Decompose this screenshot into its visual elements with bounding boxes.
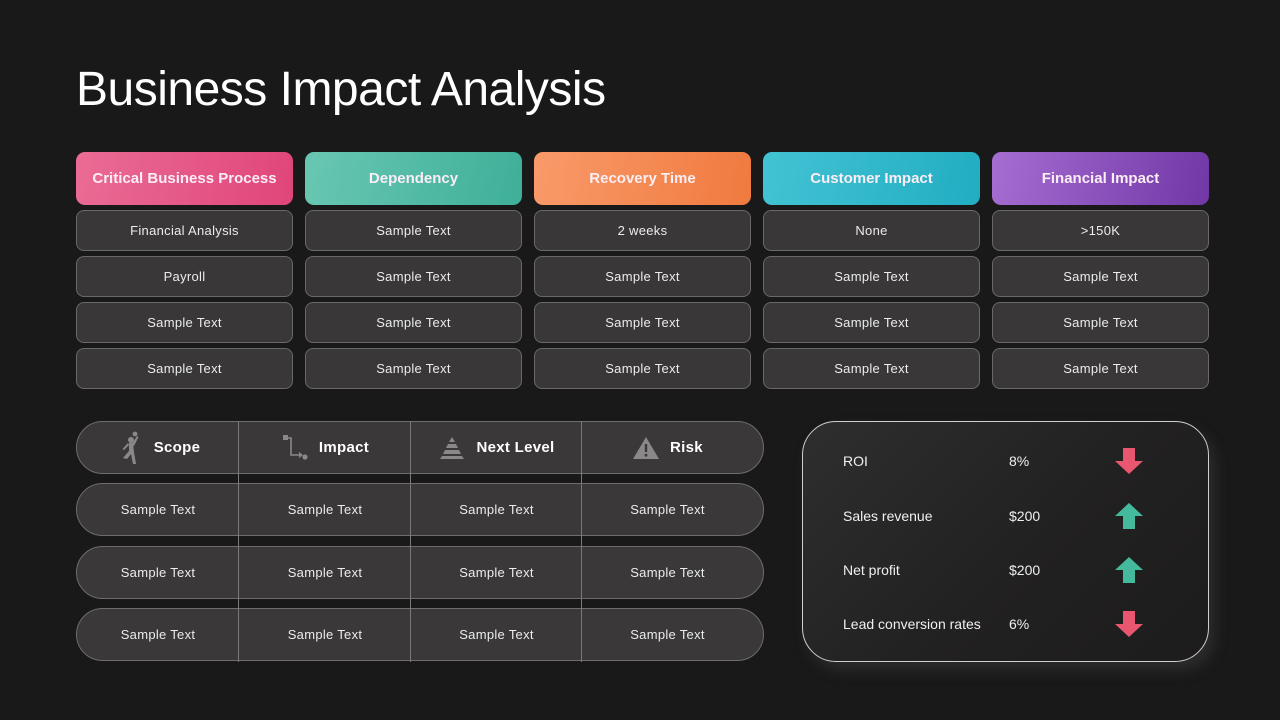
table-cell: Sample Text <box>76 302 293 343</box>
table-cell: Sample Text <box>120 627 196 642</box>
arrow-down-icon <box>1113 609 1145 639</box>
header-label: Impact <box>318 439 370 456</box>
header-impact: Impact <box>239 422 411 473</box>
table-cell: Sample Text <box>763 302 980 343</box>
kpi-panel: ROI 8% Sales revenue $200 Net profit $20… <box>802 421 1209 662</box>
table-cell: Sample Text <box>630 627 705 642</box>
kpi-value: $200 <box>1009 562 1041 578</box>
column-recovery-time: Recovery Time 2 weeks Sample Text Sample… <box>534 152 751 389</box>
table-cell: Sample Text <box>305 348 522 389</box>
column-divider <box>581 421 582 662</box>
table-cell: Sample Text <box>992 256 1209 297</box>
table-cell: Sample Text <box>534 348 751 389</box>
running-person-icon <box>116 431 144 464</box>
flow-path-icon <box>281 434 309 462</box>
kpi-row: Net profit $200 <box>843 555 1188 585</box>
table-cell: Sample Text <box>287 502 363 517</box>
kpi-value: $200 <box>1009 508 1041 524</box>
column-divider <box>238 421 239 662</box>
bottom-table-header: Scope Impact Next Level Risk <box>76 421 764 474</box>
kpi-label: Sales revenue <box>843 508 933 524</box>
kpi-value: 8% <box>1009 453 1030 469</box>
table-cell: >150K <box>992 210 1209 251</box>
table-cell: Sample Text <box>120 502 196 517</box>
header-risk: Risk <box>582 422 763 473</box>
table-cell: Sample Text <box>459 502 534 517</box>
header-label: Scope <box>153 439 201 456</box>
table-cell: Sample Text <box>287 627 363 642</box>
table-cell: Sample Text <box>992 302 1209 343</box>
table-cell: Sample Text <box>287 565 363 580</box>
table-cell: Sample Text <box>305 210 522 251</box>
table-cell: Sample Text <box>459 565 534 580</box>
kpi-label: Lead conversion rates <box>843 616 981 632</box>
table-cell: Sample Text <box>459 627 534 642</box>
table-cell: Sample Text <box>534 256 751 297</box>
column-header: Critical Business Process <box>76 152 293 205</box>
column-customer-impact: Customer Impact None Sample Text Sample … <box>763 152 980 389</box>
header-next-level: Next Level <box>411 422 582 473</box>
table-cell: Sample Text <box>76 348 293 389</box>
column-divider <box>410 421 411 662</box>
table-row: Sample Text Sample Text Sample Text Samp… <box>76 608 764 661</box>
kpi-row: Lead conversion rates 6% <box>843 609 1188 639</box>
page-title: Business Impact Analysis <box>76 63 606 116</box>
arrow-up-icon <box>1113 501 1145 531</box>
table-row: Sample Text Sample Text Sample Text Samp… <box>76 546 764 599</box>
table-cell: Sample Text <box>763 256 980 297</box>
table-cell: Sample Text <box>305 302 522 343</box>
table-cell: Sample Text <box>630 565 705 580</box>
kpi-label: ROI <box>843 453 868 469</box>
table-row: Sample Text Sample Text Sample Text Samp… <box>76 483 764 536</box>
column-header: Financial Impact <box>992 152 1209 205</box>
arrow-up-icon <box>1113 555 1145 585</box>
column-header: Customer Impact <box>763 152 980 205</box>
kpi-value: 6% <box>1009 616 1030 632</box>
table-cell: Sample Text <box>305 256 522 297</box>
column-header: Recovery Time <box>534 152 751 205</box>
arrow-down-icon <box>1113 446 1145 476</box>
table-cell: Payroll <box>76 256 293 297</box>
table-cell: Sample Text <box>534 302 751 343</box>
warning-icon <box>632 434 660 462</box>
table-cell: Financial Analysis <box>76 210 293 251</box>
header-label: Next Level <box>476 439 555 456</box>
kpi-row: ROI 8% <box>843 446 1188 476</box>
column-financial-impact: Financial Impact >150K Sample Text Sampl… <box>992 152 1209 389</box>
pyramid-icon <box>438 434 466 462</box>
table-cell: Sample Text <box>992 348 1209 389</box>
table-cell: Sample Text <box>120 565 196 580</box>
table-cell: 2 weeks <box>534 210 751 251</box>
column-critical-business-process: Critical Business Process Financial Anal… <box>76 152 293 389</box>
kpi-row: Sales revenue $200 <box>843 501 1188 531</box>
table-cell: Sample Text <box>630 502 705 517</box>
column-dependency: Dependency Sample Text Sample Text Sampl… <box>305 152 522 389</box>
column-header: Dependency <box>305 152 522 205</box>
header-scope: Scope <box>77 422 239 473</box>
table-cell: Sample Text <box>763 348 980 389</box>
kpi-label: Net profit <box>843 562 900 578</box>
header-label: Risk <box>670 439 703 456</box>
table-cell: None <box>763 210 980 251</box>
